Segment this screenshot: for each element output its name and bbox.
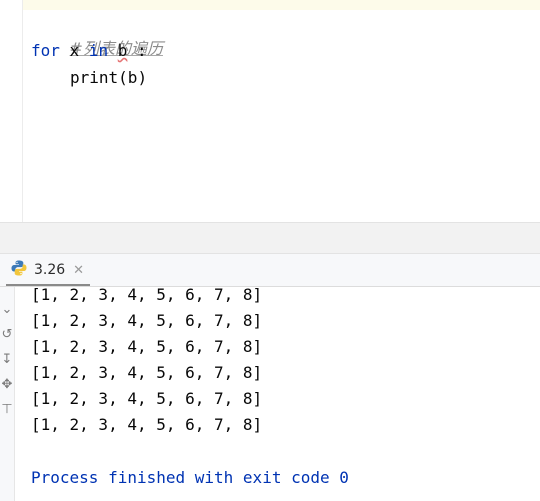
loop-colon: : [137, 41, 147, 60]
soft-wrap-icon[interactable]: ↧ [0, 352, 14, 367]
process-exit-message: Process finished with exit code 0 [31, 468, 349, 487]
keyword-in: in [88, 41, 109, 60]
code-line-print[interactable]: print(b) [70, 66, 147, 90]
run-tab[interactable]: 3.26 ✕ [6, 258, 90, 286]
run-tab-bar: 3.26 ✕ [0, 254, 540, 287]
run-tab-label: 3.26 [34, 262, 66, 278]
output-line: [1, 2, 3, 4, 5, 6, 7, 8] [31, 311, 263, 330]
print-icon[interactable]: ⊤ [0, 402, 14, 417]
editor-gutter[interactable] [0, 0, 23, 222]
pin-icon[interactable]: ✥ [0, 377, 14, 392]
loop-iterable: b [117, 41, 128, 60]
print-args: (b) [118, 68, 148, 87]
print-function: print [70, 68, 119, 87]
active-tab-indicator [6, 284, 90, 286]
output-line: [1, 2, 3, 4, 5, 6, 7, 8] [31, 337, 263, 356]
output-line: [1, 2, 3, 4, 5, 6, 7, 8] [31, 415, 263, 434]
code-line-comment[interactable]: #列表的遍历 [31, 13, 163, 58]
panel-splitter[interactable] [0, 222, 540, 254]
output-line: [1, 2, 3, 4, 5, 6, 7, 8] [31, 363, 263, 382]
code-line-for-loop[interactable]: for x in b : [31, 39, 147, 63]
output-line: [1, 2, 3, 4, 5, 6, 7, 8] [31, 287, 263, 304]
close-icon[interactable]: ✕ [73, 263, 84, 278]
scroll-up-icon[interactable]: ⌄ [0, 302, 14, 317]
run-toolbar: ⌄ ↺ ↧ ✥ ⊤ [0, 287, 15, 501]
editor-highlight-strip [0, 0, 540, 10]
console-output[interactable]: [1, 2, 3, 4, 5, 6, 7, 8] [1, 2, 3, 4, 5,… [15, 287, 540, 501]
python-icon [10, 259, 28, 281]
rerun-icon[interactable]: ↺ [0, 327, 14, 342]
output-line: [1, 2, 3, 4, 5, 6, 7, 8] [31, 389, 263, 408]
keyword-for: for [31, 41, 60, 60]
loop-variable: x [69, 41, 80, 60]
code-editor[interactable]: #列表的遍历 for x in b : print(b) [0, 0, 540, 222]
